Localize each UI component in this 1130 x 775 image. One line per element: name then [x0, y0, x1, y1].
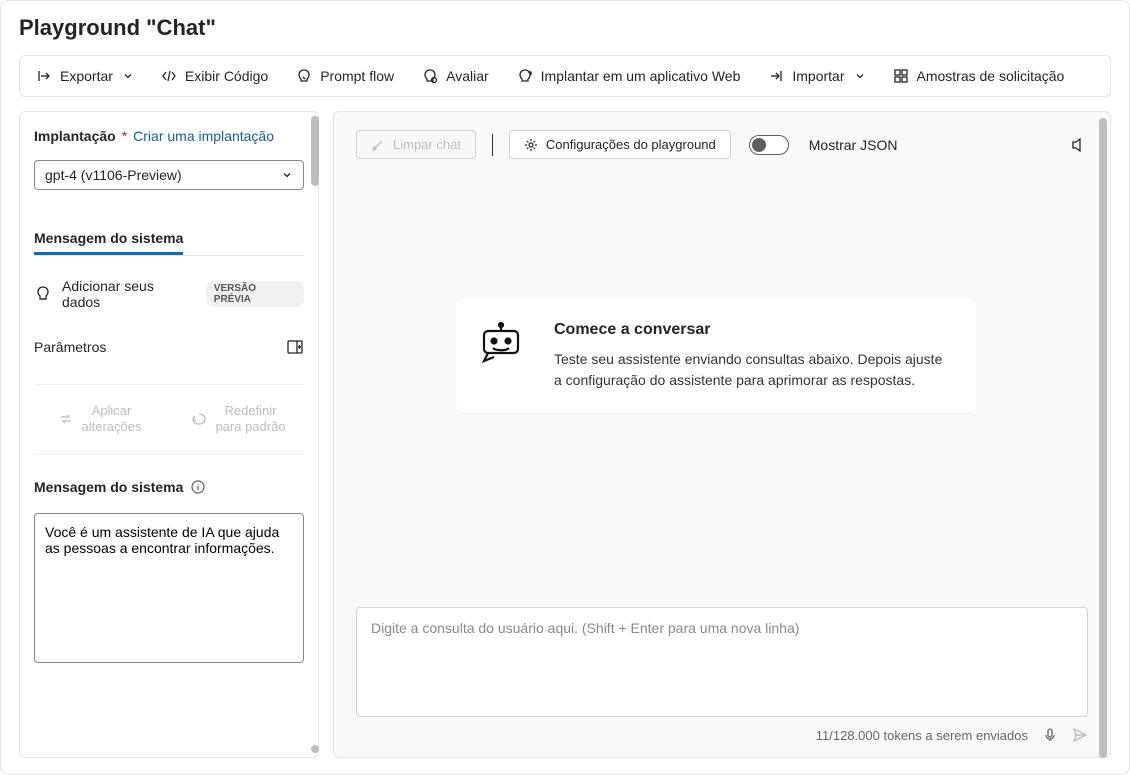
- chevron-down-icon: [123, 71, 133, 81]
- show-json-toggle[interactable]: [749, 135, 789, 155]
- welcome-card: Comece a conversar Teste seu assistente …: [456, 299, 976, 413]
- undo-icon: [191, 411, 207, 427]
- import-icon: [768, 68, 784, 84]
- bot-icon: [478, 321, 524, 391]
- deployment-select[interactable]: gpt-4 (v1106-Preview): [34, 160, 304, 190]
- deploy-icon: [517, 68, 533, 84]
- code-icon: [161, 68, 177, 84]
- chevron-down-icon: [855, 71, 865, 81]
- sidebar-scrollbar[interactable]: [311, 116, 319, 753]
- deployment-value: gpt-4 (v1106-Preview): [45, 167, 182, 183]
- data-icon: [34, 285, 52, 303]
- grid-icon: [893, 68, 909, 84]
- info-icon[interactable]: [191, 480, 205, 494]
- system-message-heading: Mensagem do sistema: [34, 479, 183, 495]
- welcome-body: Teste seu assistente enviando consultas …: [554, 349, 952, 391]
- evaluate-icon: [422, 68, 438, 84]
- speaker-icon[interactable]: [1070, 136, 1088, 154]
- expand-panel-icon[interactable]: [286, 338, 304, 356]
- parameters-label: Parâmetros: [34, 339, 106, 355]
- deployment-label: Implantação: [34, 128, 116, 144]
- tab-system-message[interactable]: Mensagem do sistema: [34, 224, 183, 255]
- prompt-flow-button[interactable]: Prompt flow: [284, 62, 406, 90]
- evaluate-button[interactable]: Avaliar: [410, 62, 501, 90]
- microphone-icon[interactable]: [1042, 727, 1058, 743]
- main-scrollbar[interactable]: [1099, 118, 1107, 751]
- reset-default-button: Redefinirpara padrão: [173, 397, 304, 440]
- playground-settings-button[interactable]: Configurações do playground: [509, 130, 731, 159]
- clear-chat-button: Limpar chat: [356, 130, 476, 159]
- required-asterisk: *: [122, 128, 127, 144]
- preview-badge: VERSÃO PRÉVIA: [206, 281, 304, 307]
- user-prompt-input[interactable]: Digite a consulta do usuário aqui. (Shif…: [356, 607, 1088, 717]
- deploy-web-button[interactable]: Implantar em um aplicativo Web: [505, 62, 753, 90]
- samples-button[interactable]: Amostras de solicitação: [881, 62, 1077, 90]
- config-sidebar: Implantação * Criar uma implantação gpt-…: [19, 111, 319, 758]
- export-button[interactable]: Exportar: [24, 62, 145, 90]
- gear-icon: [524, 138, 538, 152]
- apply-changes-button: Aplicaralterações: [34, 397, 165, 440]
- separator: [492, 134, 493, 156]
- token-status: 11/128.000 tokens a serem enviados: [816, 728, 1028, 743]
- welcome-title: Comece a conversar: [554, 321, 952, 339]
- chat-panel: Limpar chat Configurações do playground …: [333, 111, 1111, 758]
- prompt-flow-icon: [296, 68, 312, 84]
- show-json-label: Mostrar JSON: [809, 137, 898, 153]
- system-message-textarea[interactable]: [34, 513, 304, 663]
- create-deployment-link[interactable]: Criar uma implantação: [133, 128, 274, 144]
- page-title: Playground "Chat": [19, 15, 1111, 41]
- import-button[interactable]: Importar: [756, 62, 876, 90]
- view-code-button[interactable]: Exibir Código: [149, 62, 280, 90]
- chevron-down-icon: [281, 169, 293, 181]
- export-icon: [36, 68, 52, 84]
- send-icon[interactable]: [1072, 727, 1088, 743]
- top-toolbar: Exportar Exibir Código Prompt flow Avali…: [19, 55, 1111, 97]
- sync-icon: [58, 411, 74, 427]
- broom-icon: [371, 138, 385, 152]
- add-your-data-row[interactable]: Adicionar seus dados VERSÃO PRÉVIA: [34, 278, 304, 310]
